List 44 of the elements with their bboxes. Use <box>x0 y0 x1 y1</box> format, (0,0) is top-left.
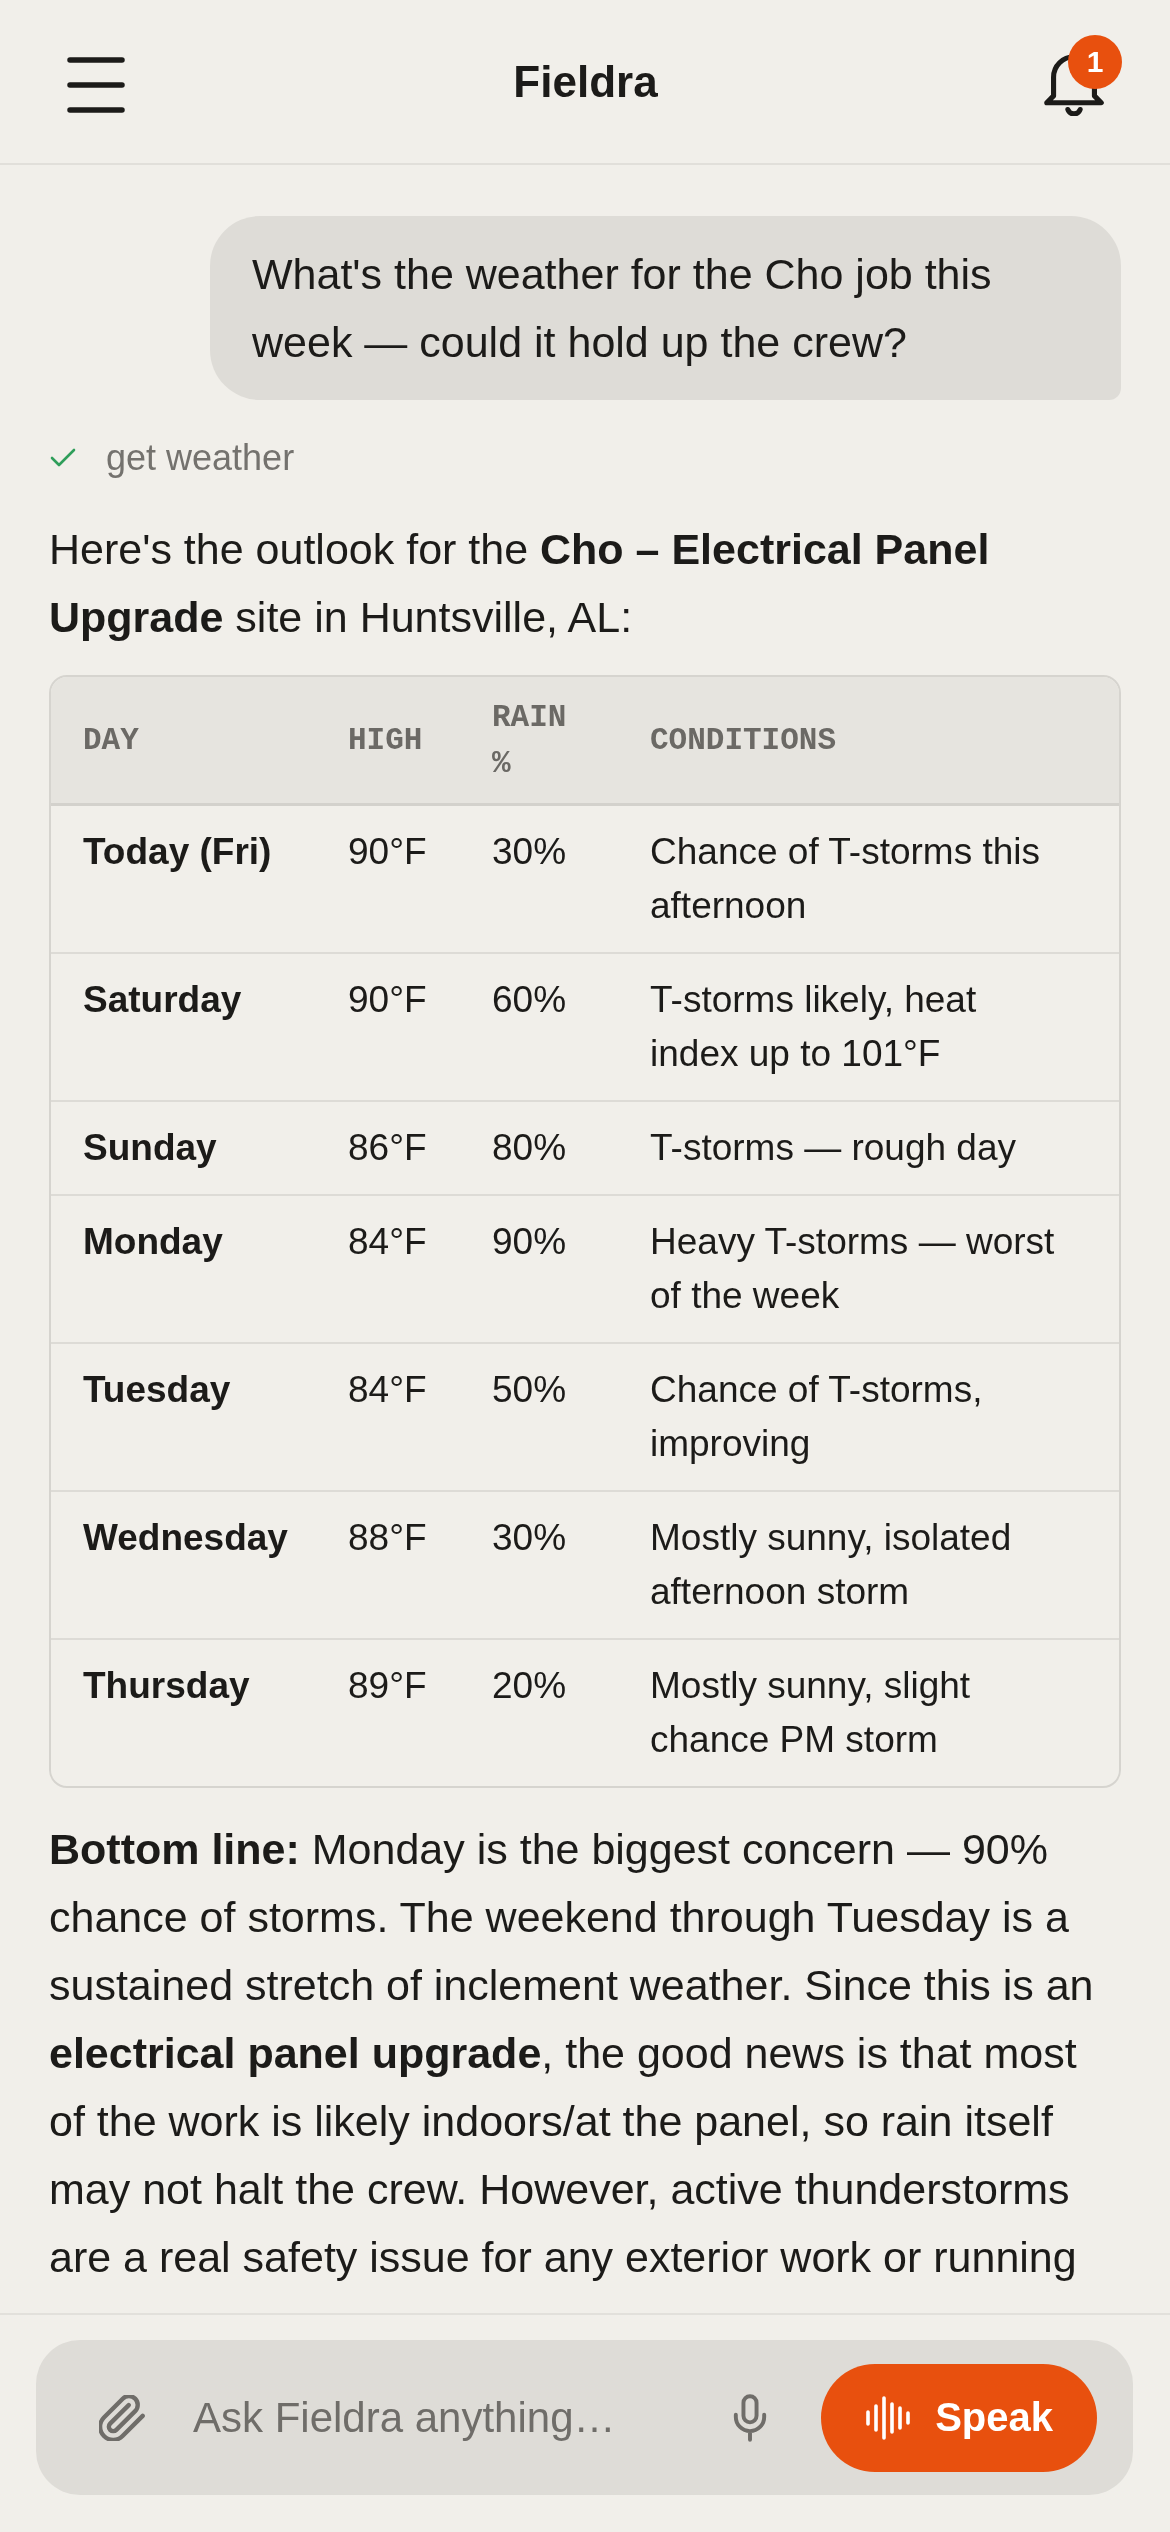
table-cell: 50% <box>460 1343 618 1491</box>
table-cell: 90% <box>460 1195 618 1343</box>
microphone-icon[interactable] <box>732 2393 769 2442</box>
table-cell: 80% <box>460 1101 618 1195</box>
table-cell: 60% <box>460 953 618 1101</box>
user-message-bubble: What's the weather for the Cho job this week — could it hold up the crew? <box>210 216 1121 400</box>
table-cell: Heavy T-storms — worst of the week <box>618 1195 1119 1343</box>
waveform-icon <box>865 2395 912 2440</box>
column-header: HIGH <box>316 677 460 805</box>
table-cell: T-storms — rough day <box>618 1101 1119 1195</box>
table-cell: Monday <box>51 1195 316 1343</box>
table-cell: Sunday <box>51 1101 316 1195</box>
table-cell: Wednesday <box>51 1491 316 1639</box>
table-cell: Mostly sunny, isolated afternoon storm <box>618 1491 1119 1639</box>
table-cell: T-storms likely, heat index up to 101°F <box>618 953 1119 1101</box>
table-cell: Mostly sunny, slight chance PM storm <box>618 1639 1119 1786</box>
column-header: RAIN % <box>460 677 618 805</box>
paperclip-icon[interactable] <box>99 2394 145 2441</box>
table-cell: 88°F <box>316 1491 460 1639</box>
table-cell: 86°F <box>316 1101 460 1195</box>
column-header: DAY <box>51 677 316 805</box>
message-text: Bottom line: Monday is the biggest concern — 90% chance of storms. The weekend through Tuesday is a sustained stretch of inclement weather. Since this is an electrical panel upgrade, the good news is that most of the work is likely indoors/at the panel, so rain itself may not halt the crew. However, active thunderstorms are a real safety issue for any exterior work or running <box>49 1824 1095 2283</box>
table-cell: 90°F <box>316 804 460 953</box>
table-cell: Chance of T-storms, improving <box>618 1343 1119 1491</box>
message-text: Here's the outlook for the Cho – Electrical Panel Upgrade site in Huntsville, AL: <box>49 524 991 643</box>
table-cell: 20% <box>460 1639 618 1786</box>
column-header: CONDITIONS <box>618 677 1119 805</box>
speak-button[interactable]: Speak <box>821 2363 1097 2472</box>
table-cell: Today (Fri) <box>51 804 316 953</box>
notification-badge: 1 <box>1068 34 1122 89</box>
table-cell: 90°F <box>316 953 460 1101</box>
table-cell: 84°F <box>316 1343 460 1491</box>
message-input[interactable]: Ask Fieldra anything… <box>193 2387 703 2448</box>
table-cell: 84°F <box>316 1195 460 1343</box>
table-cell: 30% <box>460 1491 618 1639</box>
menu-icon[interactable] <box>67 55 125 114</box>
tool-call-label: get weather <box>106 437 295 479</box>
table-cell: Tuesday <box>51 1343 316 1491</box>
table-cell: Saturday <box>51 953 316 1101</box>
table-cell: 30% <box>460 804 618 953</box>
app-title: Fieldra <box>513 56 658 107</box>
table-cell: 89°F <box>316 1639 460 1786</box>
table-cell: Chance of T-storms this afternoon <box>618 804 1119 953</box>
table-cell: Thursday <box>51 1639 316 1786</box>
